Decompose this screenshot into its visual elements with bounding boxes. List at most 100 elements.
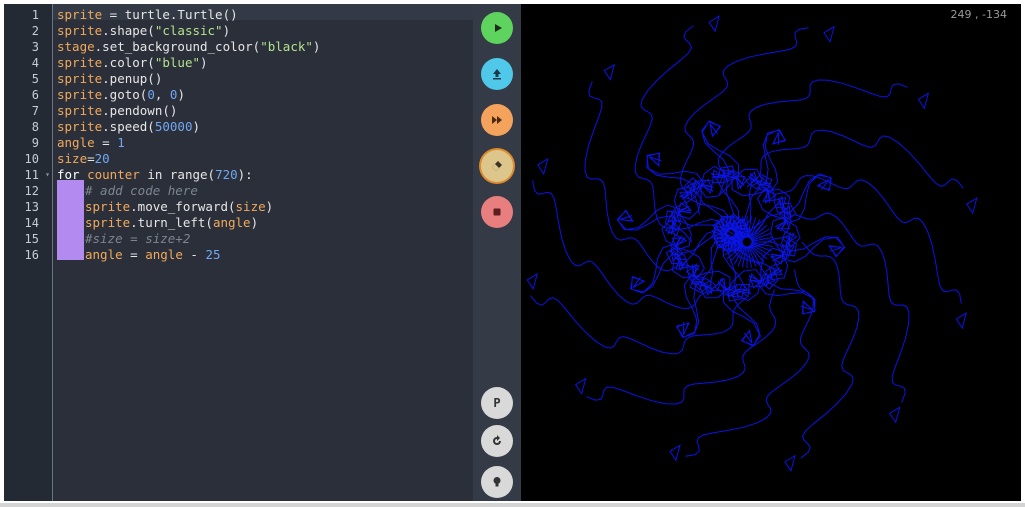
upload-button[interactable] [481,58,513,90]
line-number: 7 [4,103,52,119]
code-line[interactable]: #size = size+2 [85,231,190,247]
code-token: sprite [57,23,103,38]
code-token: sprite [85,215,131,230]
code-token: ) [265,199,274,214]
p-button[interactable]: P [481,387,513,419]
code-token: size [235,199,266,214]
line-number-label: 12 [24,184,39,198]
line-number-label: 4 [31,56,39,70]
line-number-label: 3 [31,40,39,54]
code-line[interactable]: size=20 [57,151,110,167]
code-token: counter [87,167,140,182]
code-token: = turtle.Turtle() [102,7,238,22]
line-number-label: 7 [31,104,39,118]
code-line[interactable]: for counter in range(720): [57,167,253,183]
code-token: "black" [260,39,313,54]
code-token: sprite [57,71,103,86]
code-token: #size = size+2 [85,231,191,246]
code-line[interactable]: sprite.shape("classic") [57,23,230,39]
eraser-icon [492,161,502,171]
code-token: # add code here [85,183,198,198]
line-number: 10 [4,151,52,167]
line-number-label: 14 [24,216,39,230]
run-button[interactable] [481,12,513,44]
line-number-label: 11 [24,168,39,182]
code-token: = [94,135,118,150]
p-icon: P [493,396,501,410]
turtle-sprite [741,236,753,248]
indent-block-marker [57,180,84,260]
code-token: for [57,167,80,182]
line-number: 12 [4,183,52,199]
line-number: 2 [4,23,52,39]
code-token: ) [200,55,208,70]
line-number: 4 [4,55,52,71]
upload-icon [493,69,501,80]
reset-button[interactable] [481,425,513,457]
code-token: angle [57,135,95,150]
rotate-icon [493,435,501,445]
fast-forward-icon [492,116,502,124]
line-number-label: 2 [31,24,39,38]
toolbar: P [473,4,521,501]
code-token: "blue" [154,55,200,70]
hint-button[interactable] [481,466,513,498]
line-number: 8 [4,119,52,135]
code-line[interactable]: sprite.penup() [57,71,162,87]
code-token: sprite [85,199,131,214]
code-token: = [87,151,95,166]
code-token: sprite [57,119,103,134]
code-line[interactable]: sprite.pendown() [57,103,177,119]
code-token: - [182,247,206,262]
code-token: = [122,247,146,262]
fold-arrow-icon[interactable]: ▾ [45,167,50,183]
line-number: 9 [4,135,52,151]
line-number: 1 [4,7,52,23]
turtle-stage[interactable]: 249 , -134 [521,4,1021,501]
code-line[interactable]: angle = angle - 25 [85,247,221,263]
code-token: ) [250,215,259,230]
code-line[interactable]: sprite.move_forward(size) [85,199,273,215]
code-token: .set_background_color( [94,39,261,54]
fast-forward-button[interactable] [481,104,513,136]
code-token: .speed( [102,119,155,134]
stop-button[interactable] [481,196,513,228]
code-token: .penup() [102,71,163,86]
code-token: size [57,151,88,166]
code-line[interactable]: angle = 1 [57,135,125,151]
code-line[interactable]: sprite.goto(0, 0) [57,87,185,103]
code-token: sprite [57,7,103,22]
code-token: angle [145,247,183,262]
code-line[interactable]: sprite.color("blue") [57,55,208,71]
code-token: 20 [94,151,110,166]
lightbulb-icon [493,477,501,487]
line-number-label: 1 [31,8,39,22]
code-token: ) [222,23,231,38]
code-line[interactable]: # add code here [85,183,198,199]
code-token: ) [312,39,321,54]
code-token: .pendown() [102,103,178,118]
line-number-label: 8 [31,120,39,134]
code-token: .goto( [102,87,148,102]
code-token: "classic" [154,23,223,38]
line-number-label: 6 [31,88,39,102]
stop-icon [493,208,501,216]
code-editor[interactable]: sprite = turtle.Turtle() sprite.shape("cl… [53,4,473,501]
line-number-label: 10 [24,152,39,166]
code-token: sprite [57,87,103,102]
line-number: 3 [4,39,52,55]
code-token: sprite [57,55,103,70]
turtle-drawing [526,15,978,472]
code-line[interactable]: sprite.speed(50000) [57,119,200,135]
line-number: 6 [4,87,52,103]
code-line[interactable]: stage.set_background_color("black") [57,39,320,55]
code-line[interactable]: sprite.turn_left(angle) [85,215,258,231]
line-number-gutter: 1 2 3 4 5 6 7 8 9 10 11 ▾ 12 13 14 15 16 [4,4,53,501]
line-number: 14 [4,215,52,231]
play-icon [495,24,502,32]
code-token: ) [177,87,185,102]
eraser-button[interactable] [481,150,513,182]
line-number: 16 [4,247,52,263]
code-line[interactable]: sprite = turtle.Turtle() [57,7,238,23]
